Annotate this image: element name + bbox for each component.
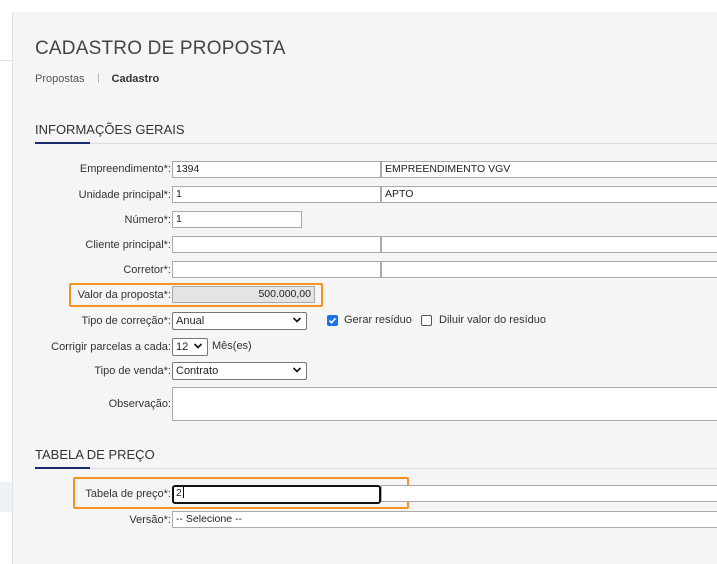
cliente-code-input[interactable] [172, 236, 381, 253]
cliente-label: Cliente principal*: [85, 239, 171, 251]
chevron-down-icon [292, 367, 302, 373]
corretor-name-input[interactable] [381, 261, 717, 278]
diluir-residuo-label: Diluir valor do resíduo [439, 314, 546, 326]
empreendimento-name-input[interactable]: EMPREENDIMENTO VGV [381, 161, 717, 178]
section-title-price: TABELA DE PREÇO [35, 447, 155, 462]
cliente-name-input[interactable] [381, 236, 717, 253]
main-content: CADASTRO DE PROPOSTA Propostas Cadastro I… [12, 12, 717, 564]
breadcrumb-link-propostas[interactable]: Propostas [35, 73, 85, 85]
parcelas-label: Corrigir parcelas a cada: [51, 341, 171, 353]
checkmark-icon [328, 317, 337, 324]
chevron-down-icon [193, 343, 203, 349]
breadcrumb: Propostas Cadastro [35, 73, 159, 85]
section-underline [35, 467, 90, 469]
tabela-name-input[interactable] [381, 485, 717, 502]
numero-input[interactable]: 1 [172, 211, 302, 228]
tipo-venda-select-value: Contrato [176, 365, 219, 377]
unidade-code-input[interactable]: 1 [172, 186, 381, 203]
tabela-code-value: 2 [176, 487, 182, 499]
unidade-label: Unidade principal*: [78, 189, 171, 201]
correcao-label: Tipo de correção*: [81, 315, 171, 327]
numero-label: Número*: [124, 214, 171, 226]
breadcrumb-current: Cadastro [111, 73, 160, 85]
parcelas-unit: Mês(es) [212, 340, 252, 352]
corretor-code-input[interactable] [172, 261, 381, 278]
sidebar-divider [0, 60, 12, 61]
correcao-select-value: Anual [176, 315, 205, 327]
tabela-code-input[interactable]: 2 [172, 485, 381, 504]
empreendimento-label: Empreendimento*: [79, 163, 171, 175]
section-title-general: INFORMAÇÕES GERAIS [35, 122, 185, 137]
page-title: CADASTRO DE PROPOSTA [35, 38, 286, 59]
parcelas-select[interactable]: 12 [172, 338, 208, 356]
left-sidebar [0, 12, 12, 564]
tipo-venda-label: Tipo de venda*: [94, 365, 171, 377]
versao-label: Versão*: [129, 514, 171, 526]
observacao-textarea[interactable] [172, 387, 717, 421]
corretor-label: Corretor*: [123, 264, 171, 276]
breadcrumb-separator [97, 73, 99, 83]
section-divider [35, 143, 717, 144]
chevron-down-icon [292, 317, 302, 323]
tipo-venda-select[interactable]: Contrato [172, 362, 307, 380]
gerar-residuo-label: Gerar resíduo [344, 314, 412, 326]
text-caret [182, 487, 184, 498]
empreendimento-code-input[interactable]: 1394 [172, 161, 381, 178]
section-underline [35, 142, 90, 144]
gerar-residuo-checkbox[interactable] [327, 315, 338, 326]
unidade-name-input[interactable]: APTO [381, 186, 717, 203]
observacao-label: Observação: [108, 398, 171, 410]
section-divider [35, 468, 717, 469]
versao-select[interactable]: -- Selecione -- [172, 511, 717, 528]
parcelas-select-value: 12 [176, 341, 189, 353]
tabela-label: Tabela de preço*: [85, 488, 171, 500]
diluir-residuo-checkbox[interactable] [421, 315, 432, 326]
correcao-select[interactable]: Anual [172, 312, 307, 330]
valor-proposta-input[interactable]: 500.000,00 [172, 286, 315, 303]
valor-label: Valor da proposta*: [77, 289, 171, 301]
sidebar-active-item[interactable] [0, 482, 12, 512]
